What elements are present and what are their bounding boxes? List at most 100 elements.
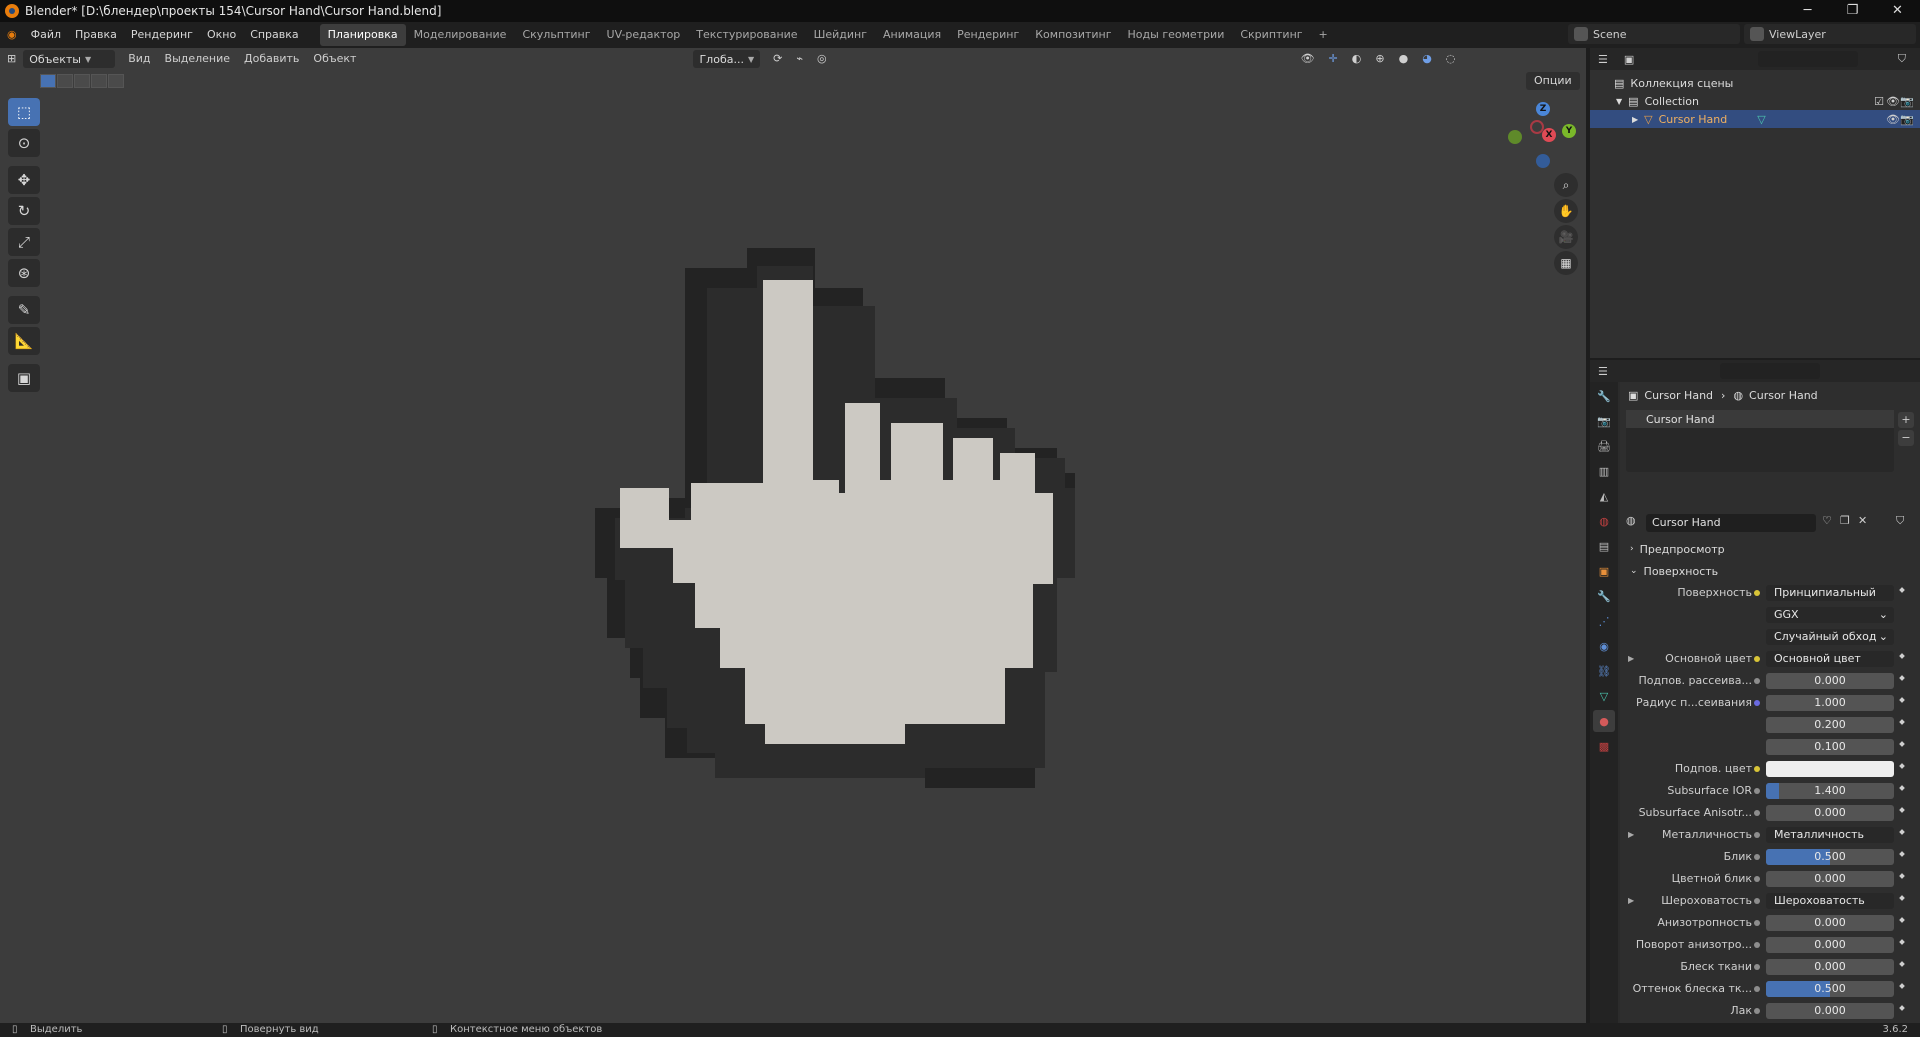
keyframe-icon[interactable] [1899,983,1905,989]
number-field[interactable]: 0.200 [1766,717,1894,733]
select-extend-icon[interactable] [57,74,73,88]
duplicate-material-icon[interactable]: ❐ [1840,514,1850,527]
transform-tool-icon[interactable]: ⊛ [8,259,40,287]
outliner-display-mode-icon[interactable]: ☰ [1598,53,1608,66]
number-field[interactable]: 0.000 [1766,937,1894,953]
tab-geometry-nodes[interactable]: Ноды геометрии [1120,24,1233,46]
visibility-icon[interactable]: 👁 [1294,48,1322,70]
close-button[interactable]: ✕ [1875,0,1920,22]
constraints-tab-icon[interactable]: ⛓ [1593,660,1615,682]
socket-icon[interactable] [1754,766,1760,772]
visibility-eye-icon[interactable]: 👁 [1886,95,1900,108]
outliner-view-icon[interactable]: ▣ [1624,53,1634,66]
number-field[interactable]: 0.500 [1766,849,1894,865]
scene-tab-icon[interactable]: ◭ [1593,485,1615,507]
number-field[interactable]: 1.400 [1766,783,1894,799]
measure-tool-icon[interactable]: 📐 [8,327,40,355]
tab-compositing[interactable]: Композитинг [1027,24,1119,46]
tab-layout[interactable]: Планировка [319,24,406,46]
number-field[interactable]: 1.000 [1766,695,1894,711]
socket-icon[interactable] [1754,656,1760,662]
tab-sculpting[interactable]: Скульптинг [514,24,598,46]
menu-render[interactable]: Рендеринг [124,22,200,48]
data-tab-icon[interactable]: ▽ [1593,685,1615,707]
proportional-edit-icon[interactable]: ◎ [810,48,834,70]
physics-tab-icon[interactable]: ◉ [1593,635,1615,657]
remove-slot-button[interactable]: − [1898,430,1914,446]
select-invert-icon[interactable] [91,74,107,88]
number-field[interactable]: 0.000 [1766,871,1894,887]
menu-add[interactable]: Добавить [237,48,306,70]
material-tab-icon[interactable]: ● [1593,710,1615,732]
tab-animation[interactable]: Анимация [875,24,949,46]
keyframe-icon[interactable] [1899,697,1905,703]
rotate-tool-icon[interactable]: ↻ [8,197,40,225]
z-axis-handle[interactable]: Z [1536,102,1550,116]
add-cube-tool-icon[interactable]: ▣ [8,364,40,392]
select-subtract-icon[interactable] [74,74,90,88]
tab-modeling[interactable]: Моделирование [406,24,515,46]
add-workspace-button[interactable]: + [1311,24,1336,46]
keyframe-icon[interactable] [1899,719,1905,725]
socket-icon[interactable] [1754,898,1760,904]
move-tool-icon[interactable]: ✥ [8,166,40,194]
view-layer-tab-icon[interactable]: ▥ [1593,460,1615,482]
keyframe-icon[interactable] [1899,785,1905,791]
3d-viewport[interactable]: ⊞ Объекты ▼ Вид Выделение Добавить Объект… [0,48,1586,1023]
keyframe-icon[interactable] [1899,587,1905,593]
zoom-icon[interactable]: ⌕ [1554,173,1578,197]
keyframe-icon[interactable] [1899,1005,1905,1011]
menu-view[interactable]: Вид [121,48,157,70]
number-field[interactable]: 0.100 [1766,739,1894,755]
keyframe-icon[interactable] [1899,961,1905,967]
outliner-filter-icon[interactable]: ⛉ [1898,52,1906,66]
socket-icon[interactable] [1754,810,1760,816]
annotate-tool-icon[interactable]: ✎ [8,296,40,324]
restore-button[interactable]: ❐ [1830,0,1875,22]
menu-window[interactable]: Окно [200,22,243,48]
select-new-icon[interactable] [40,74,56,88]
socket-icon[interactable] [1754,964,1760,970]
node-link-field[interactable]: Шероховатость [1766,893,1894,909]
scale-tool-icon[interactable]: ⤢ [8,228,40,256]
menu-select[interactable]: Выделение [158,48,238,70]
node-link-field[interactable]: Основной цвет [1766,651,1894,667]
socket-icon[interactable] [1754,700,1760,706]
cursor-hand-object[interactable] [595,248,1095,788]
tab-shading[interactable]: Шейдинг [806,24,875,46]
snap-icon[interactable]: ⌁ [789,48,810,70]
socket-icon[interactable] [1754,590,1760,596]
visibility-eye-icon[interactable]: 👁 [1886,113,1900,126]
x-axis-handle[interactable]: X [1542,128,1556,142]
transform-orientation-dropdown[interactable]: Глоба... ▼ [693,50,761,68]
socket-icon[interactable] [1754,832,1760,838]
socket-icon[interactable] [1754,678,1760,684]
render-tab-icon[interactable]: 📷 [1593,410,1615,432]
y-axis-handle[interactable]: Y [1562,124,1576,138]
material-slot-list[interactable]: Cursor Hand [1626,410,1894,472]
keyframe-icon[interactable] [1899,851,1905,857]
exclude-checkbox-icon[interactable]: ☑ [1872,95,1886,108]
gizmo-toggle-icon[interactable]: ✛ [1322,48,1345,70]
pivot-icon[interactable]: ⟳ [766,48,789,70]
navigation-gizmo[interactable]: Z Y X [1500,98,1580,178]
material-slot-item[interactable]: Cursor Hand [1626,410,1894,428]
keyframe-icon[interactable] [1899,917,1905,923]
pan-hand-icon[interactable]: ✋ [1554,199,1578,223]
world-tab-icon[interactable]: ◍ [1593,510,1615,532]
fake-user-icon[interactable]: ♡ [1822,514,1832,527]
number-field[interactable]: 0.000 [1766,673,1894,689]
expand-arrow-icon[interactable]: ▼ [1616,97,1622,106]
tab-rendering[interactable]: Рендеринг [949,24,1027,46]
select-intersect-icon[interactable] [108,74,124,88]
neg-x-axis-handle[interactable] [1530,120,1544,134]
number-field[interactable]: 0.000 [1766,1003,1894,1019]
outliner-search-field[interactable] [1757,51,1858,67]
collection-tab-icon[interactable]: ▤ [1593,535,1615,557]
menu-object[interactable]: Объект [306,48,363,70]
socket-icon[interactable] [1754,854,1760,860]
overlay-icon[interactable]: ◐ [1345,48,1369,70]
dropdown-field[interactable]: GGX ⌄ [1766,607,1894,623]
material-name-field[interactable]: Cursor Hand [1646,514,1816,532]
menu-help[interactable]: Справка [243,22,305,48]
